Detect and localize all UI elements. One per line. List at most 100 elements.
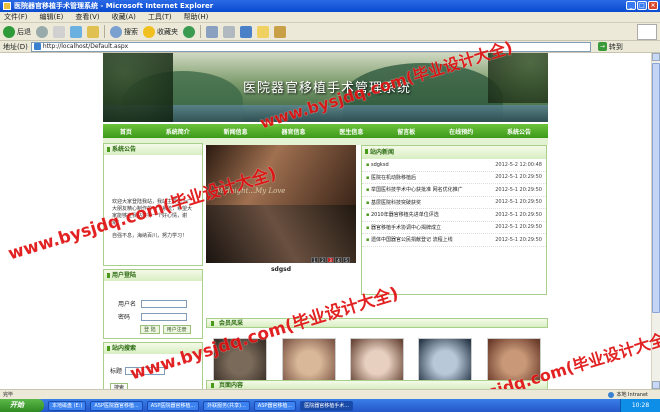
register-button[interactable]: 用户注册 <box>162 325 191 334</box>
main-nav: 首页 系统简介 新闻信息 器官信息 医生信息 留言板 在线预约 系统公告 <box>103 124 548 138</box>
nav-home[interactable]: 首页 <box>120 127 132 136</box>
news-item[interactable]: 举国医科技学术中心获批准 网名优化推广 2012-5-1 20:29:50 <box>362 184 546 197</box>
edit-icon[interactable] <box>240 25 252 38</box>
password-input[interactable] <box>141 312 187 321</box>
nav-booking[interactable]: 在线预约 <box>449 127 473 136</box>
taskbar-task[interactable]: 本地磁盘 (E:) <box>48 400 87 411</box>
news-item[interactable]: 医院在机动脉移植后 2012-5-1 20:29:50 <box>362 172 546 184</box>
menu-tools[interactable]: 工具(T) <box>148 12 172 22</box>
nav-news[interactable]: 新闻信息 <box>224 127 248 136</box>
username-label: 用户名 <box>118 301 137 308</box>
next-section-heading: 页面内容 <box>206 380 548 389</box>
forward-arrow-icon[interactable] <box>36 25 48 38</box>
login-button[interactable]: 登 陆 <box>140 325 160 334</box>
vertical-scrollbar[interactable] <box>651 53 660 389</box>
taskbar-task[interactable]: ASP器官移植... <box>253 400 297 411</box>
page-icon <box>33 43 41 50</box>
news-item[interactable]: sdgksd 2012-5-2 12:00:48 <box>362 159 546 172</box>
browser-toolbar: 后退 搜索 收藏夹 <box>0 23 660 41</box>
maximize-button[interactable]: □ <box>637 1 647 10</box>
search-icon <box>110 25 122 38</box>
notice-body: 欢迎大家登陆我站，我站主要是为广大朋友精心制作的一个系统，希望大家能够在我站获得… <box>112 199 193 226</box>
mail-icon[interactable] <box>206 25 218 38</box>
search-heading: 站内搜索 <box>104 343 202 354</box>
address-input[interactable]: http://localhost/Default.aspx <box>30 41 591 52</box>
window-titlebar[interactable]: 医院器官移植手术管理系统 - Microsoft Internet Explor… <box>0 0 660 12</box>
window-controls: _ □ × <box>626 1 658 10</box>
news-heading: 站内新闻 <box>362 146 546 159</box>
password-label: 密码 <box>118 314 131 321</box>
minimize-button[interactable]: _ <box>626 1 636 10</box>
messenger-icon[interactable] <box>274 25 286 38</box>
login-form: 用户名 密码 登 陆 用户注册 <box>104 281 202 338</box>
close-button[interactable]: × <box>648 1 658 10</box>
news-title: 遗体中国器官公民捐献登记 流程上线 <box>366 236 484 243</box>
nav-guestbook[interactable]: 留言板 <box>397 127 415 136</box>
window-title: 医院器官移植手术管理系统 - Microsoft Internet Explor… <box>14 2 214 10</box>
refresh-icon[interactable] <box>70 25 82 38</box>
notice-content: 欢迎大家登陆我站，我站主要是为广大朋友精心制作的一个系统，希望大家能够在我站获得… <box>104 155 202 265</box>
image-slider[interactable]: Midnight...My Love 1 2 3 4 5 sdgsd <box>206 145 356 305</box>
folder-icon[interactable] <box>257 25 269 38</box>
nav-notice[interactable]: 系统公告 <box>507 127 531 136</box>
news-date: 2012-5-1 20:29:50 <box>495 199 542 206</box>
star-icon <box>143 25 155 38</box>
news-item[interactable]: 基层医院科技突破获奖 2012-5-1 20:29:50 <box>362 197 546 209</box>
scroll-up-arrow-icon[interactable] <box>652 53 660 61</box>
notice-box: 系统公告 欢迎大家登陆我站，我站主要是为广大朋友精心制作的一个系统，希望大家能够… <box>103 143 203 266</box>
toolbar-separator <box>104 25 105 38</box>
go-button[interactable]: → 转到 <box>597 42 623 52</box>
taskbar-task[interactable]: 外联服务(共享)... <box>203 400 250 411</box>
nav-organs[interactable]: 器官信息 <box>282 127 306 136</box>
back-label: 后退 <box>17 27 31 36</box>
news-title: 基层医院科技突破获奖 <box>366 199 484 206</box>
menu-file[interactable]: 文件(F) <box>4 12 28 22</box>
favorites-button[interactable]: 收藏夹 <box>143 25 178 38</box>
print-icon[interactable] <box>223 25 235 38</box>
zone-label: 本地 Intranet <box>616 392 648 398</box>
history-icon[interactable] <box>183 25 195 38</box>
menu-view[interactable]: 查看(V) <box>75 12 99 22</box>
news-date: 2012-5-1 20:29:50 <box>495 174 542 181</box>
status-bar: 完毕 本地 Intranet <box>0 389 660 399</box>
site-banner: 医院器官移植手术管理系统 <box>103 53 548 122</box>
search-button[interactable]: 搜索 <box>110 25 138 38</box>
site-container: 医院器官移植手术管理系统 首页 系统简介 新闻信息 器官信息 医生信息 留言板 … <box>103 53 548 389</box>
scroll-thumb[interactable] <box>652 63 660 313</box>
taskbar-task[interactable]: 医院器官移植手术... <box>300 400 353 411</box>
news-title: 2010年器官移植先进单位评选 <box>366 211 484 218</box>
search-title-input[interactable] <box>125 366 166 375</box>
username-input[interactable] <box>141 299 187 308</box>
left-column: 系统公告 欢迎大家登陆我站，我站主要是为广大朋友精心制作的一个系统，希望大家能够… <box>103 143 203 389</box>
back-button[interactable]: 后退 <box>3 25 31 38</box>
menu-edit[interactable]: 编辑(E) <box>40 12 64 22</box>
news-date: 2012-5-1 20:29:50 <box>495 211 542 218</box>
menu-bar: 文件(F) 编辑(E) 查看(V) 收藏(A) 工具(T) 帮助(H) <box>0 12 660 23</box>
ie-icon <box>3 2 11 10</box>
menu-favorites[interactable]: 收藏(A) <box>112 12 136 22</box>
start-button[interactable]: 开始 <box>0 399 44 412</box>
stop-icon[interactable] <box>53 25 65 38</box>
page-viewport: 医院器官移植手术管理系统 首页 系统简介 新闻信息 器官信息 医生信息 留言板 … <box>0 53 660 389</box>
menu-help[interactable]: 帮助(H) <box>184 12 209 22</box>
news-title: sdgksd <box>366 162 484 168</box>
slide-caption[interactable]: sdgsd <box>206 263 356 305</box>
search-label: 搜索 <box>124 27 138 36</box>
news-date: 2012-5-1 20:29:50 <box>495 186 542 193</box>
security-zone: 本地 Intranet <box>608 391 648 398</box>
scroll-down-arrow-icon[interactable] <box>652 381 660 389</box>
news-item[interactable]: 遗体中国器官公民捐献登记 流程上线 2012-5-1 20:29:50 <box>362 234 546 247</box>
news-item[interactable]: 2010年器官移植先进单位评选 2012-5-1 20:29:50 <box>362 209 546 222</box>
nav-doctors[interactable]: 医生信息 <box>339 127 363 136</box>
notice-sign: 自强不息，海纳百川，努力学习！ <box>112 233 188 239</box>
taskbar-task[interactable]: ASP医院器官移植... <box>90 400 143 411</box>
taskbar-task[interactable]: ASP医院器官移植... <box>146 400 200 411</box>
address-url: http://localhost/Default.aspx <box>42 42 129 50</box>
news-title: 医院在机动脉移植后 <box>366 174 484 181</box>
home-icon[interactable] <box>87 25 99 38</box>
go-arrow-icon: → <box>597 42 607 51</box>
news-item[interactable]: 器官移植手术协调中心揭牌成立 2012-5-1 20:29:50 <box>362 222 546 234</box>
intranet-icon <box>608 391 615 398</box>
nav-intro[interactable]: 系统简介 <box>166 127 190 136</box>
status-text: 完毕 <box>3 392 14 398</box>
